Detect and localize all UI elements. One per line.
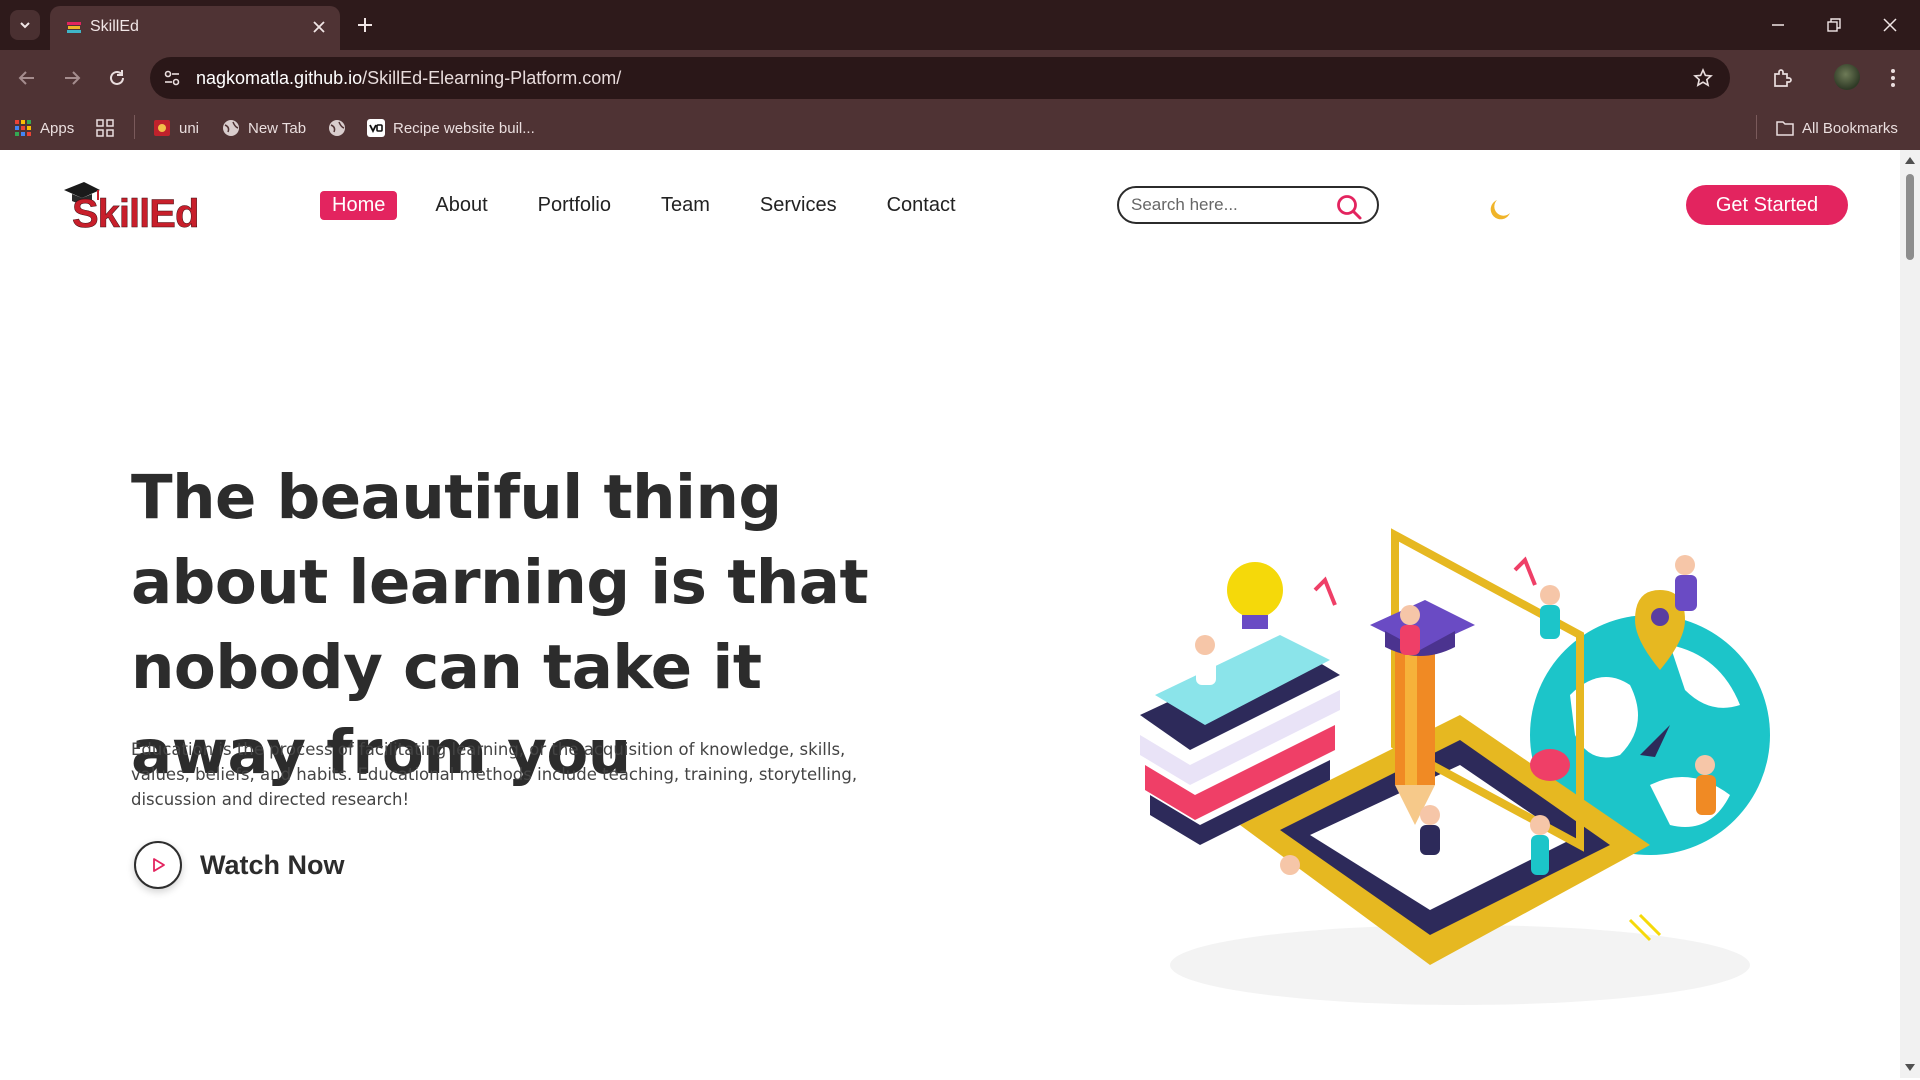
globe-icon	[328, 119, 346, 137]
nav-portfolio[interactable]: Portfolio	[538, 192, 611, 219]
watch-now-label: Watch Now	[200, 849, 345, 880]
profile-avatar[interactable]	[1834, 64, 1860, 90]
lightbulb-shape	[1227, 562, 1283, 618]
site-info-button[interactable]	[160, 66, 184, 90]
nav-services[interactable]: Services	[760, 192, 837, 219]
url-text: nagkomatla.github.io/SkillEd-Elearning-P…	[196, 68, 621, 89]
hero-description: Education is the process of facilitating…	[131, 740, 858, 809]
bookmark-apps-label: Apps	[40, 119, 75, 137]
bookmarks-divider	[134, 115, 135, 139]
search-input[interactable]	[1131, 195, 1331, 215]
reload-icon	[110, 70, 124, 85]
hero-illustration	[1140, 528, 1770, 1005]
uni-crest-icon	[153, 119, 171, 137]
play-button[interactable]	[134, 841, 182, 889]
globe-icon	[222, 119, 240, 137]
nav-about[interactable]: About	[435, 192, 487, 219]
bookmark-recipe-label: Recipe website buil...	[393, 119, 535, 137]
bookmark-globe[interactable]	[328, 116, 354, 140]
url-host: nagkomatla.github.io	[196, 68, 363, 88]
close-icon	[313, 21, 325, 33]
scroll-thumb[interactable]	[1906, 174, 1914, 260]
extensions-button[interactable]	[1767, 63, 1797, 93]
bookmark-uni[interactable]: uni	[153, 116, 199, 140]
bookmarks-bar: Apps uni New Tab Recipe website buil... …	[0, 106, 1920, 150]
browser-tab[interactable]: SkillEd	[50, 6, 340, 50]
scroll-down-arrow[interactable]	[1905, 1064, 1915, 1071]
get-started-button[interactable]: Get Started	[1686, 185, 1848, 225]
browser-tab-strip: SkillEd	[0, 0, 1920, 50]
arrow-right-icon	[65, 71, 81, 85]
search-icon[interactable]	[1335, 193, 1363, 221]
play-icon	[153, 858, 165, 872]
star-icon	[1693, 68, 1713, 87]
site-logo[interactable]: SkillEd	[58, 178, 208, 237]
tab-close-button[interactable]	[308, 16, 330, 38]
puzzle-icon	[1774, 69, 1792, 87]
tab-title: SkillEd	[90, 18, 139, 35]
browser-menu-button[interactable]	[1878, 63, 1908, 93]
url-path: /SkillEd-Elearning-Platform.com/	[362, 68, 622, 88]
folder-icon	[1776, 119, 1794, 137]
restore-button[interactable]	[1814, 10, 1854, 40]
back-button[interactable]	[12, 63, 42, 93]
bookmark-all-bookmarks[interactable]: All Bookmarks	[1776, 116, 1898, 140]
new-tab-button[interactable]	[352, 12, 378, 38]
bookmark-uni-label: uni	[179, 119, 200, 137]
moon-icon[interactable]	[1488, 196, 1514, 222]
nav-contact[interactable]: Contact	[887, 192, 956, 219]
main-nav: Home About Portfolio Team Services Conta…	[320, 190, 1006, 220]
apps-grid-icon	[14, 119, 32, 137]
close-window-button[interactable]	[1870, 10, 1910, 40]
chevron-down-icon	[20, 22, 30, 29]
restore-icon	[1827, 18, 1841, 32]
reload-button[interactable]	[102, 63, 132, 93]
bookmark-new-tab[interactable]: New Tab	[222, 116, 306, 140]
nav-team[interactable]: Team	[661, 192, 710, 219]
bookmark-all-bookmarks-label: All Bookmarks	[1802, 119, 1898, 137]
bookmark-apps[interactable]: Apps	[14, 116, 74, 140]
bookmark-tab-groups[interactable]	[96, 116, 122, 140]
logo-text: SkillEd	[72, 192, 200, 237]
address-bar[interactable]: nagkomatla.github.io/SkillEd-Elearning-P…	[150, 57, 1730, 99]
forward-button[interactable]	[57, 63, 87, 93]
scroll-up-arrow[interactable]	[1905, 157, 1915, 164]
minimize-icon	[1772, 24, 1784, 26]
bookmark-recipe[interactable]: Recipe website buil...	[367, 116, 535, 140]
nav-home[interactable]: Home	[320, 190, 398, 220]
tune-icon	[164, 70, 180, 86]
page-scrollbar[interactable]	[1900, 150, 1920, 1078]
minimize-button[interactable]	[1758, 10, 1798, 40]
bookmark-star-button[interactable]	[1690, 65, 1716, 91]
web-page: SkillEd Home About Portfolio Team Servic…	[0, 150, 1900, 1078]
tab-search-button[interactable]	[10, 10, 40, 40]
plus-icon	[358, 18, 372, 32]
bookmark-new-tab-label: New Tab	[248, 119, 307, 137]
arrow-left-icon	[18, 71, 34, 85]
bookmarks-divider	[1756, 115, 1757, 139]
browser-toolbar: nagkomatla.github.io/SkillEd-Elearning-P…	[0, 50, 1920, 106]
watch-now-button[interactable]: Watch Now	[134, 839, 345, 891]
more-vertical-icon	[1891, 69, 1895, 87]
v0-icon	[367, 119, 385, 137]
close-icon	[1883, 18, 1897, 32]
books-icon	[67, 22, 81, 33]
tab-groups-icon	[96, 119, 114, 137]
site-search	[1117, 186, 1379, 224]
